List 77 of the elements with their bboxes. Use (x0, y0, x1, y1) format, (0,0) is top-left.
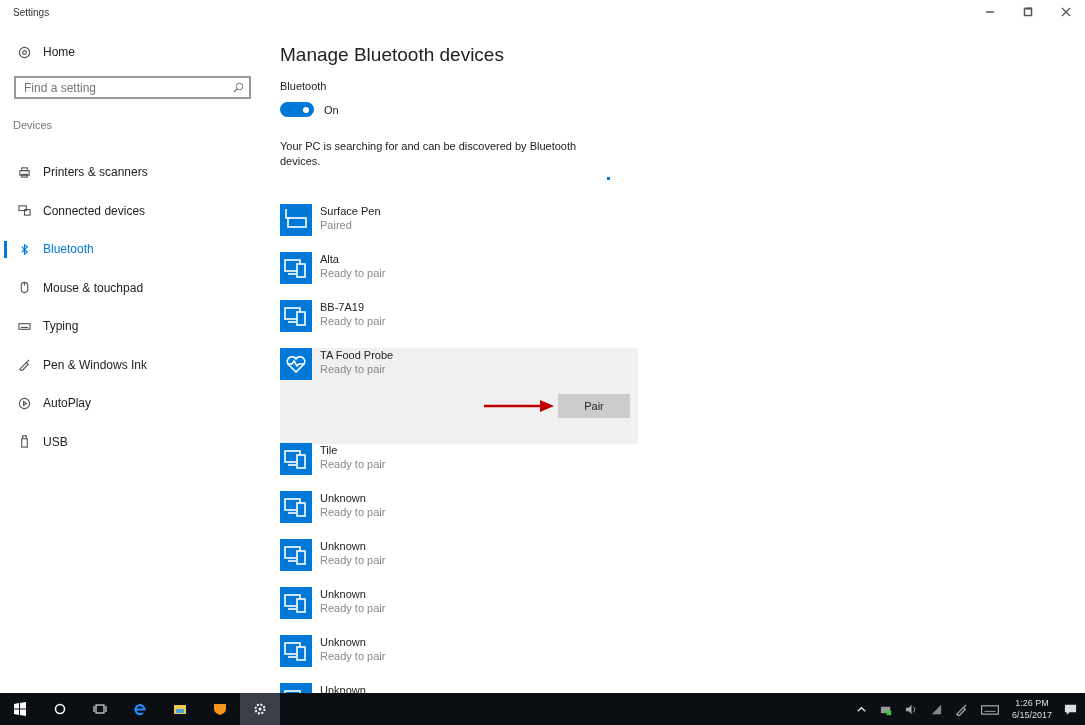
device-item[interactable]: Tile Ready to pair (280, 443, 638, 491)
device-status: Ready to pair (320, 650, 386, 662)
search-field[interactable]: Find a setting (14, 76, 251, 99)
notification-icon[interactable] (1064, 702, 1077, 716)
sidebar-item[interactable]: Printers & scanners (0, 153, 268, 192)
autoplay-icon (18, 396, 31, 410)
toggle-label: Bluetooth (280, 80, 328, 92)
toggle-switch[interactable] (280, 102, 314, 117)
settings-taskbar-button[interactable] (240, 693, 280, 725)
speaker-icon[interactable] (904, 702, 918, 716)
sidebar-item[interactable]: AutoPlay (0, 384, 268, 423)
device-status: Ready to pair (320, 315, 386, 327)
search-icon[interactable] (53, 702, 67, 716)
close-icon[interactable] (1061, 7, 1071, 17)
devices-icon (280, 539, 312, 571)
device-item[interactable]: Alta Ready to pair (280, 252, 638, 300)
arrow (484, 400, 554, 412)
devices-icon (280, 443, 312, 475)
window-title: Settings (13, 6, 50, 18)
device-status: Ready to pair (320, 602, 386, 614)
signal-icon[interactable] (929, 702, 943, 716)
sidebar-item[interactable]: Pen & Windows Ink (0, 345, 268, 384)
devices-icon (18, 204, 31, 218)
shield-icon[interactable] (213, 702, 227, 716)
device-name: Tile (320, 444, 339, 456)
folder-icon[interactable] (173, 702, 187, 716)
pair-button[interactable]: Pair (558, 394, 630, 418)
device-item[interactable]: Unknown Ready to pair (280, 587, 638, 635)
pen-icon (18, 358, 31, 372)
sidebar-item[interactable]: USB (0, 422, 268, 461)
task-view-icon[interactable] (93, 702, 107, 716)
browser-icon[interactable] (133, 702, 147, 716)
devices-icon (280, 252, 312, 284)
search-icon (233, 82, 244, 93)
gear-icon (18, 45, 31, 59)
maximize-icon[interactable] (1023, 7, 1033, 17)
device-status: Ready to pair (320, 554, 386, 566)
device-item[interactable]: Unknown Ready to pair (280, 539, 638, 587)
sidebar-item[interactable]: Connected devices (0, 191, 268, 230)
device-name: Unknown (320, 492, 367, 504)
sidebar-item[interactable]: Typing (0, 307, 268, 346)
device-status: Ready to pair (320, 506, 386, 518)
device-item[interactable]: Surface Pen Paired (280, 204, 638, 252)
device-status: Ready to pair (320, 458, 386, 470)
device-name: BB-7A19 (320, 301, 366, 313)
device-name: Alta (320, 253, 340, 265)
usb-icon (18, 435, 31, 449)
gear-icon (253, 702, 267, 716)
device-item[interactable]: Unknown Ready to pair (280, 635, 638, 683)
home-nav-item[interactable]: Home (0, 40, 268, 64)
device-status: Ready to pair (320, 267, 386, 279)
sidebar-item[interactable]: Mouse & touchpad (0, 268, 268, 307)
device-item[interactable]: BB-7A19 Ready to pair (280, 300, 638, 348)
device-item[interactable]: TA Food Probe Ready to pair Pair (280, 348, 638, 444)
device-status: Paired (320, 219, 353, 231)
mouse-icon (18, 281, 31, 295)
status-text: Your PC is searching for and can be discovered by Bluetooth devices. (280, 139, 578, 169)
sidebar-item[interactable]: Bluetooth (0, 230, 268, 269)
page-title: Manage Bluetooth devices (280, 44, 505, 66)
devices-icon (280, 300, 312, 332)
device-item[interactable]: Unknown Ready to pair (280, 491, 638, 539)
devices-icon (280, 491, 312, 523)
section-heading: Devices (12, 118, 54, 133)
device-name: Unknown (320, 636, 367, 648)
device-status: Ready to pair (320, 363, 387, 375)
devices-icon (280, 635, 312, 667)
printer-icon (18, 165, 31, 179)
device-name: Surface Pen (320, 205, 381, 217)
device-name: Unknown (320, 588, 367, 600)
devices-icon (280, 587, 312, 619)
start-icon[interactable] (13, 702, 27, 716)
pen-icon[interactable] (954, 702, 968, 716)
clock[interactable]: 1:26 PM 6/15/2017 (1011, 697, 1052, 721)
device-name: TA Food Probe (320, 349, 394, 361)
toggle-state: On (324, 103, 339, 116)
keyboard-icon[interactable] (979, 702, 1000, 716)
device-name: Unknown (320, 540, 367, 552)
